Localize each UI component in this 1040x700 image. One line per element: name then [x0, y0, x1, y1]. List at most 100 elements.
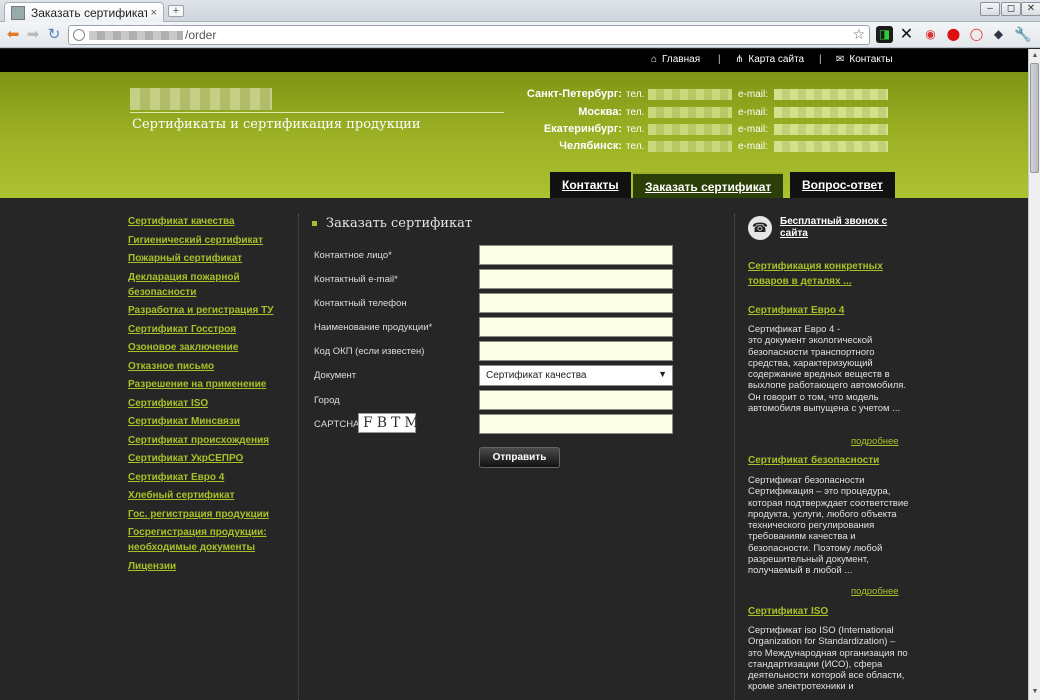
nav-link[interactable]: Озоновое заключение [128, 340, 288, 355]
phone-redacted [648, 107, 732, 118]
city-label: Город [314, 395, 340, 406]
more-link[interactable]: подробнее [851, 586, 899, 597]
nav-link[interactable]: Пожарный сертификат [128, 251, 288, 266]
email-redacted [774, 107, 888, 118]
opera-extension-icon[interactable]: ◯ [968, 26, 985, 43]
phone-redacted [648, 124, 732, 135]
tab-contacts[interactable]: Контакты [550, 172, 631, 198]
phone-icon: ☎ [748, 216, 772, 240]
nav-link[interactable]: Разработка и регистрация ТУ [128, 303, 288, 318]
more-link[interactable]: подробнее [851, 436, 899, 447]
document-label: Документ [314, 370, 357, 381]
nav-link[interactable]: Госрегистрация продукции: необходимые до… [128, 525, 288, 555]
nav-link[interactable]: Сертификат происхождения [128, 433, 288, 448]
nav-link[interactable]: Декларация пожарной безопасности [128, 270, 288, 300]
nav-link[interactable]: Гос. регистрация продукции [128, 507, 288, 522]
close-window-button[interactable]: ✕ [1021, 2, 1040, 16]
okp-label: Код ОКП (если известен) [314, 346, 425, 357]
promo-link[interactable]: Сертификация конкретных товаров в деталя… [748, 259, 908, 289]
sitemap-icon: ⋔ [735, 54, 744, 65]
city-name: Санкт-Петербург: [526, 88, 622, 100]
night-extension-icon[interactable]: ◆ [990, 26, 1007, 43]
forward-icon[interactable]: ➡ [24, 26, 42, 44]
form-title-text: Заказать сертификат [326, 216, 473, 231]
submit-button[interactable]: Отправить [479, 447, 560, 468]
phone-redacted [648, 141, 732, 152]
document-select[interactable]: Сертификат качества ▼ [479, 365, 673, 386]
new-tab-button[interactable]: + [168, 5, 184, 17]
tel-label: тел. [626, 89, 645, 100]
scroll-up-icon[interactable]: ▲ [1030, 51, 1040, 61]
product-name-input[interactable] [479, 317, 673, 337]
scroll-down-icon[interactable]: ▼ [1030, 687, 1040, 697]
wrench-icon[interactable]: 🔧 [1014, 26, 1031, 43]
nav-link[interactable]: Сертификат УкрСЕПРО [128, 451, 288, 466]
tab-title: Заказать сертификат / ... [31, 5, 147, 20]
maximize-button[interactable]: ◻ [1001, 2, 1021, 16]
contact-label: Контактное лицо* [314, 250, 392, 261]
browser-toolbar: ⬅ ➡ ↻ /order ☆ ◨ ✕ ◉ ⬤ ◯ ◆ 🔧 [0, 22, 1040, 48]
email-label: Контактный e-mail* [314, 274, 398, 285]
home-icon: ⌂ [651, 54, 658, 65]
tab-close-icon[interactable]: × [151, 7, 157, 19]
x-extension-icon[interactable]: ✕ [898, 26, 915, 43]
captcha-input[interactable] [479, 414, 673, 434]
column-divider [734, 214, 735, 700]
column-divider [298, 214, 299, 700]
nav-link[interactable]: Сертификат Евро 4 [128, 470, 288, 485]
article-title-link[interactable]: Сертификат ISO [748, 604, 828, 619]
url-host-redacted [89, 31, 183, 40]
mail-icon: ✉ [836, 54, 845, 65]
scroll-thumb[interactable] [1030, 63, 1039, 173]
dropdown-arrow-icon: ▼ [658, 369, 667, 379]
tel-label: тел. [626, 141, 645, 152]
nav-link[interactable]: Сертификат Минсвязи [128, 414, 288, 429]
document-select-value: Сертификат качества [486, 370, 587, 381]
callback-link[interactable]: Бесплатный звонок с сайта [780, 216, 902, 240]
nav-link[interactable]: Разрешение на применение [128, 377, 288, 392]
extension-icon[interactable]: ◨ [876, 26, 893, 43]
sitemap-link[interactable]: ⋔ Карта сайта [735, 54, 804, 65]
page-content: ⌂ Главная | ⋔ Карта сайта | ✉ Контакты С… [0, 49, 1028, 700]
city-name: Челябинск: [559, 140, 622, 152]
nav-link[interactable]: Гигиенический сертификат [128, 233, 288, 248]
tel-label: тел. [626, 107, 645, 118]
bookmark-star-icon[interactable]: ☆ [852, 26, 865, 43]
nav-link[interactable]: Сертификат Госстроя [128, 322, 288, 337]
email-label: e-mail: [738, 124, 769, 135]
vertical-scrollbar[interactable]: ▲ ▼ [1028, 49, 1040, 700]
home-link[interactable]: ⌂ Главная [651, 54, 700, 65]
nav-link[interactable]: Сертификат качества [128, 214, 288, 229]
article-text: Сертификат безопасности Сертификация – э… [748, 475, 909, 577]
nav-link[interactable]: Хлебный сертификат [128, 488, 288, 503]
minimize-button[interactable]: – [980, 2, 1000, 16]
tel-label: тел. [626, 124, 645, 135]
reload-icon[interactable]: ↻ [45, 26, 63, 44]
back-icon[interactable]: ⬅ [4, 26, 22, 44]
address-bar[interactable]: /order ☆ [68, 25, 870, 45]
tab-order-certificate[interactable]: Заказать сертификат [633, 172, 784, 198]
okp-code-input[interactable] [479, 341, 673, 361]
chrome-extension-icon[interactable]: ◉ [922, 26, 939, 43]
email-label: e-mail: [738, 141, 769, 152]
tab-faq[interactable]: Вопрос-ответ [790, 172, 895, 198]
url-path: /order [185, 28, 217, 42]
browser-tab-strip: Заказать сертификат / ... × + – ◻ ✕ [0, 0, 1040, 22]
article-title-link[interactable]: Сертификат безопасности [748, 453, 879, 468]
phone-label: Контактный телефон [314, 298, 407, 309]
sitemap-link-label: Карта сайта [748, 54, 805, 65]
nav-link[interactable]: Отказное письмо [128, 359, 288, 374]
nav-link[interactable]: Лицензии [128, 559, 288, 574]
browser-tab[interactable]: Заказать сертификат / ... × [4, 2, 164, 22]
contact-person-input[interactable] [479, 245, 673, 265]
contacts-link-label: Контакты [849, 54, 893, 65]
email-input[interactable] [479, 269, 673, 289]
stop-extension-icon[interactable]: ⬤ [945, 26, 962, 43]
phone-input[interactable] [479, 293, 673, 313]
top-bar: ⌂ Главная | ⋔ Карта сайта | ✉ Контакты [0, 49, 1028, 72]
contacts-link[interactable]: ✉ Контакты [836, 54, 893, 65]
article-title-link[interactable]: Сертификат Евро 4 [748, 303, 844, 318]
city-input[interactable] [479, 390, 673, 410]
logo[interactable] [130, 88, 272, 110]
nav-link[interactable]: Сертификат ISO [128, 396, 288, 411]
